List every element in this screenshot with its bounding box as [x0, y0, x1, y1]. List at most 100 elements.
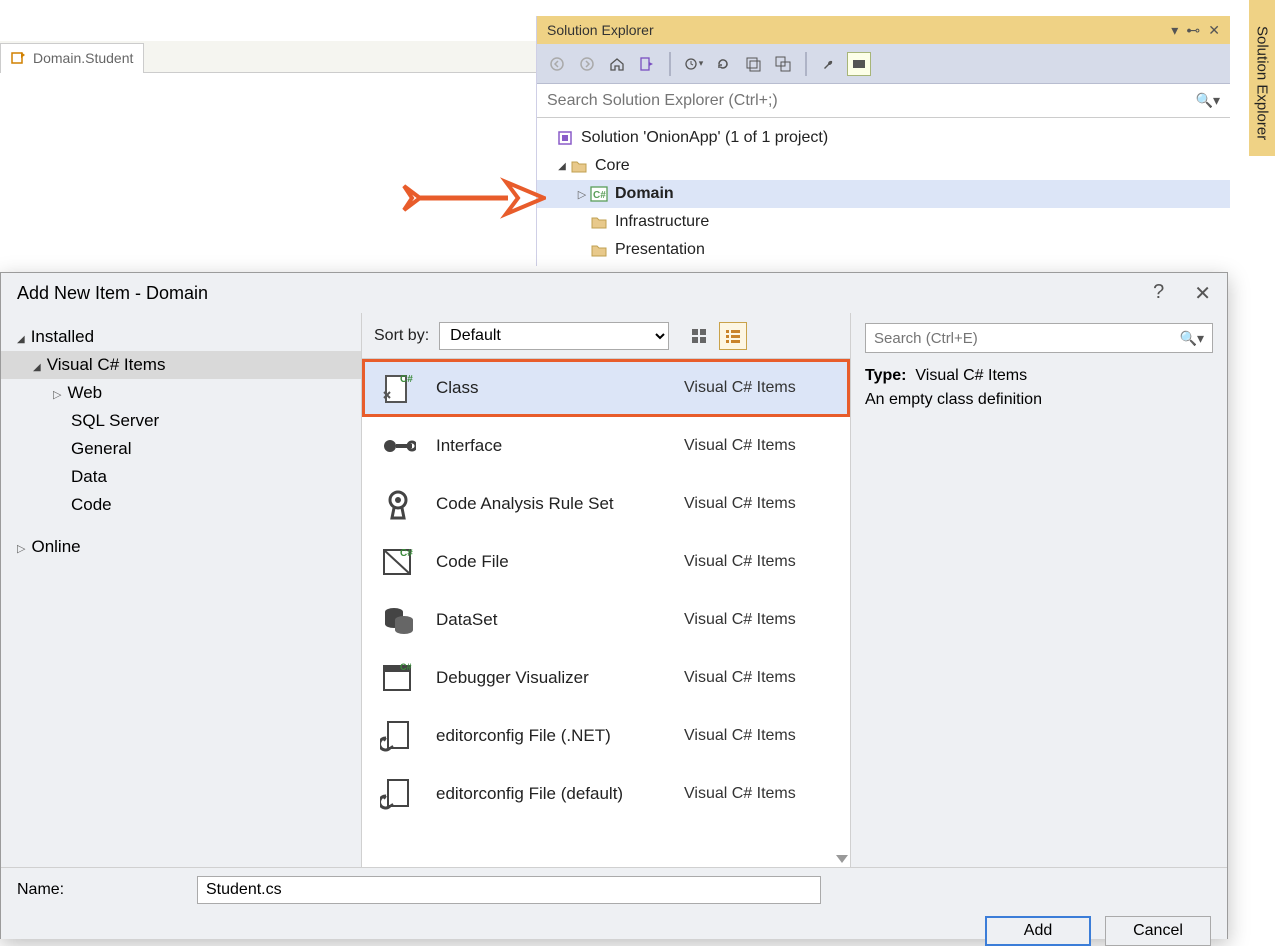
tree-presentation-node[interactable]: Presentation [537, 236, 1230, 264]
expand-icon[interactable] [53, 383, 61, 402]
expand-icon[interactable] [33, 355, 41, 375]
template-item-dataset[interactable]: DataSet Visual C# Items [362, 591, 850, 649]
tree-solution-node[interactable]: Solution 'OnionApp' (1 of 1 project) [537, 124, 1230, 152]
close-icon[interactable]: ✕ [1194, 281, 1211, 306]
editor-tab-bar: Domain.Student [0, 41, 536, 73]
category-data[interactable]: Data [1, 463, 361, 491]
forward-icon[interactable] [575, 52, 599, 76]
category-csharp-items[interactable]: Visual C# Items [1, 351, 361, 379]
cancel-button[interactable]: Cancel [1105, 916, 1211, 946]
solution-explorer-toolbar: ▾ [537, 44, 1230, 84]
sync-icon[interactable] [635, 52, 659, 76]
search-icon[interactable]: 🔍▾ [1196, 92, 1220, 109]
folder-icon [589, 240, 609, 260]
solution-explorer-search-input[interactable] [547, 92, 1153, 110]
template-item-code-file[interactable]: C# Code File Visual C# Items [362, 533, 850, 591]
home-icon[interactable] [605, 52, 629, 76]
template-search[interactable]: 🔍▾ [865, 323, 1213, 353]
template-list-header: Sort by: Default [362, 313, 850, 359]
annotation-arrow-icon [398, 176, 546, 220]
csharp-project-icon: C# [589, 184, 609, 204]
ruleset-icon [378, 484, 418, 524]
solution-explorer-panel: Solution Explorer ▾ ⊷ ✕ ▾ 🔍▾ Solution 'O… [536, 16, 1230, 266]
sort-label: Sort by: [374, 327, 429, 345]
svg-text:C#: C# [400, 374, 413, 385]
category-installed[interactable]: Installed [1, 323, 361, 351]
expand-icon[interactable] [555, 161, 569, 172]
folder-icon [569, 156, 589, 176]
category-web[interactable]: Web [1, 379, 361, 407]
category-code[interactable]: Code [1, 491, 361, 519]
category-online[interactable]: Online [1, 533, 361, 561]
dialog-footer: Name: Add Cancel [1, 867, 1227, 939]
template-list[interactable]: C# Class Visual C# Items Interface Visua… [362, 359, 850, 867]
help-icon[interactable]: ? [1153, 281, 1164, 306]
template-item-interface[interactable]: Interface Visual C# Items [362, 417, 850, 475]
back-icon[interactable] [545, 52, 569, 76]
preview-icon[interactable] [847, 52, 871, 76]
tree-label: Core [595, 157, 630, 175]
template-item-class[interactable]: C# Class Visual C# Items [362, 359, 850, 417]
template-description-panel: 🔍▾ Type: Visual C# Items An empty class … [851, 313, 1227, 867]
wrench-icon[interactable] [817, 52, 841, 76]
search-icon[interactable]: 🔍▾ [1180, 330, 1204, 347]
template-item-editorconfig-net[interactable]: editorconfig File (.NET) Visual C# Items [362, 707, 850, 765]
toolbar-separator [805, 52, 807, 76]
category-sql-server[interactable]: SQL Server [1, 407, 361, 435]
visualizer-icon: C# [378, 658, 418, 698]
expand-icon[interactable] [17, 327, 25, 347]
folder-icon [589, 212, 609, 232]
svg-text:C#: C# [593, 190, 606, 201]
category-general[interactable]: General [1, 435, 361, 463]
tree-infrastructure-node[interactable]: Infrastructure [537, 208, 1230, 236]
expand-icon[interactable] [17, 537, 25, 557]
close-icon[interactable]: ✕ [1208, 22, 1220, 39]
view-large-icons[interactable] [685, 322, 713, 350]
editorconfig-icon [378, 774, 418, 814]
add-button[interactable]: Add [985, 916, 1091, 946]
name-input[interactable] [197, 876, 821, 904]
sort-select[interactable]: Default [439, 322, 669, 350]
add-new-item-dialog: Add New Item - Domain ? ✕ Installed Visu… [0, 272, 1228, 939]
history-icon[interactable]: ▾ [681, 52, 705, 76]
collapse-icon[interactable] [741, 52, 765, 76]
class-icon [11, 50, 27, 66]
template-item-code-analysis[interactable]: Code Analysis Rule Set Visual C# Items [362, 475, 850, 533]
editorconfig-icon [378, 716, 418, 756]
solution-icon [555, 128, 575, 148]
scrollbar[interactable] [836, 359, 848, 867]
dialog-title: Add New Item - Domain [17, 283, 208, 304]
template-type-line: Type: Visual C# Items [865, 367, 1213, 385]
editor-tab-domain-student[interactable]: Domain.Student [0, 43, 144, 73]
tree-label: Presentation [615, 241, 705, 259]
pin-icon[interactable]: ⊷ [1186, 22, 1200, 39]
dataset-icon [378, 600, 418, 640]
svg-text:C#: C# [400, 662, 412, 672]
tree-label: Solution 'OnionApp' (1 of 1 project) [581, 129, 828, 147]
tree-domain-node[interactable]: C# Domain [537, 180, 1230, 208]
refresh-icon[interactable] [711, 52, 735, 76]
template-description-text: An empty class definition [865, 391, 1213, 409]
code-file-icon: C# [378, 542, 418, 582]
show-all-icon[interactable] [771, 52, 795, 76]
editor-tab-label: Domain.Student [33, 50, 133, 66]
solution-explorer-search[interactable]: 🔍▾ [537, 84, 1230, 118]
template-item-debugger-visualizer[interactable]: C# Debugger Visualizer Visual C# Items [362, 649, 850, 707]
template-category-tree: Installed Visual C# Items Web SQL Server… [1, 313, 361, 867]
dialog-titlebar: Add New Item - Domain ? ✕ [1, 273, 1227, 313]
name-label: Name: [17, 881, 177, 899]
template-item-editorconfig-default[interactable]: editorconfig File (default) Visual C# It… [362, 765, 850, 823]
expand-icon[interactable] [575, 188, 589, 201]
toolbar-separator [669, 52, 671, 76]
tree-core-node[interactable]: Core [537, 152, 1230, 180]
template-search-input[interactable] [874, 330, 1171, 347]
svg-text:C#: C# [400, 548, 413, 559]
pin-dropdown-icon[interactable]: ▾ [1171, 22, 1178, 39]
view-list[interactable] [719, 322, 747, 350]
solution-tree: Solution 'OnionApp' (1 of 1 project) Cor… [537, 118, 1230, 270]
tree-label: Domain [615, 185, 674, 203]
tree-label: Infrastructure [615, 213, 709, 231]
docked-tab-solution-explorer[interactable]: Solution Explorer [1249, 0, 1275, 156]
interface-icon [378, 426, 418, 466]
template-list-panel: Sort by: Default C# Class Visual C# Item… [361, 313, 851, 867]
